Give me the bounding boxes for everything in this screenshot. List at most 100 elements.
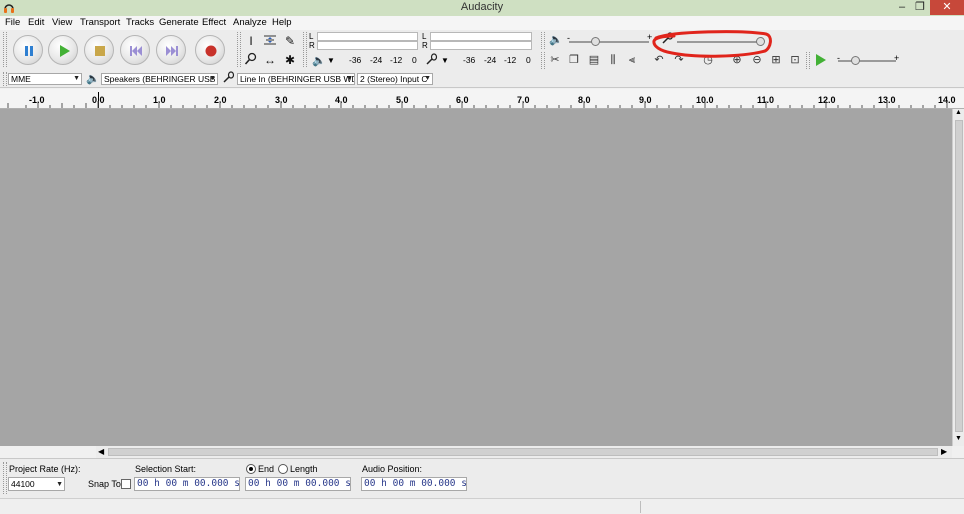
recording-device-select[interactable]: Line In (BEHRINGER USB WDM ▼	[237, 73, 355, 85]
selection-end-field[interactable]: 00 h 00 m 00.000 s	[245, 477, 351, 491]
playback-meter-dropdown-icon[interactable]: ▼	[327, 56, 335, 65]
audio-host-select[interactable]: MME ▼	[8, 73, 82, 85]
maximize-button[interactable]: ❐	[908, 0, 932, 15]
menu-transport[interactable]: Transport	[80, 17, 120, 28]
menu-effect[interactable]: Effect	[202, 17, 226, 28]
pause-icon	[25, 46, 33, 56]
mixer-toolbar-grip[interactable]	[541, 32, 545, 49]
copy-icon[interactable]: ❐	[566, 52, 582, 68]
record-meter-mic-icon[interactable]	[424, 53, 440, 69]
trim-audio-icon[interactable]: ⫼	[605, 52, 621, 68]
play-at-speed-icon	[816, 54, 826, 66]
recording-device-mic-icon	[221, 71, 237, 87]
record-meter-right-label: R	[422, 41, 428, 50]
close-button[interactable]: ✕	[930, 0, 964, 15]
zoom-tool-icon[interactable]	[243, 52, 259, 68]
record-scale-0: 0	[526, 55, 531, 65]
transport-toolbar-grip[interactable]	[3, 32, 7, 67]
playback-meter-left[interactable]	[317, 32, 418, 41]
scroll-right-icon[interactable]: ▶	[941, 447, 947, 456]
title-bar: Audacity – ❐ ✕	[0, 0, 964, 16]
scroll-down-icon[interactable]: ▼	[955, 435, 962, 442]
audio-position-label: Audio Position:	[362, 464, 423, 474]
selection-toolbar-grip[interactable]	[3, 462, 7, 494]
record-button[interactable]	[195, 35, 225, 65]
envelope-tool-icon[interactable]	[262, 33, 278, 49]
selection-start-field[interactable]: 00 h 00 m 00.000 s	[134, 477, 240, 491]
length-label: Length	[290, 464, 318, 474]
record-icon	[205, 45, 217, 57]
skip-to-start-button[interactable]	[120, 35, 150, 65]
scroll-left-icon[interactable]: ◀	[98, 447, 104, 456]
horizontal-scrollbar[interactable]: ◀ ▶	[96, 446, 952, 458]
silence-audio-icon[interactable]: ⫷	[624, 52, 640, 68]
play-button[interactable]	[48, 35, 78, 65]
vertical-scroll-thumb[interactable]	[955, 120, 963, 432]
selection-tool-icon[interactable]: I	[243, 33, 259, 49]
playback-device-speaker-icon: 🔈	[86, 73, 100, 85]
playback-meter-right[interactable]	[317, 41, 418, 50]
play-at-speed-toolbar-grip[interactable]	[806, 52, 810, 69]
speed-plus: +	[894, 53, 900, 63]
record-scale-12: -12	[504, 55, 517, 65]
playback-scale-36: -36	[349, 55, 362, 65]
record-meter-right[interactable]	[430, 41, 532, 50]
playback-scale-24: -24	[370, 55, 383, 65]
fit-project-icon[interactable]: ⊡	[787, 52, 803, 68]
horizontal-scroll-thumb[interactable]	[108, 448, 938, 456]
meter-toolbar-grip[interactable]	[303, 32, 307, 67]
cut-icon[interactable]: ✂	[547, 52, 563, 68]
playback-volume-thumb[interactable]	[591, 37, 600, 46]
tools-toolbar-grip[interactable]	[237, 32, 241, 67]
track-panel[interactable]	[0, 109, 952, 446]
menu-tracks[interactable]: Tracks	[126, 17, 154, 28]
playback-scale-12: -12	[390, 55, 403, 65]
end-radio[interactable]	[246, 464, 256, 474]
skip-to-end-button[interactable]	[156, 35, 186, 65]
chevron-down-icon: ▼	[424, 75, 431, 82]
menu-bar: File Edit View Transport Tracks Generate…	[0, 16, 964, 30]
play-at-speed-button[interactable]	[815, 53, 827, 69]
menu-analyze[interactable]: Analyze	[233, 17, 267, 28]
scroll-up-icon[interactable]: ▲	[955, 109, 962, 116]
ruler-ticks	[7, 101, 948, 108]
stop-button[interactable]	[84, 35, 114, 65]
record-meter-left[interactable]	[430, 32, 532, 41]
menu-view[interactable]: View	[52, 17, 72, 28]
paste-icon[interactable]: ▤	[586, 52, 602, 68]
window-title: Audacity	[460, 1, 504, 13]
chevron-down-icon: ▼	[346, 75, 353, 82]
end-radio-dot	[249, 467, 253, 471]
playback-device-value: Speakers (BEHRINGER USB WI	[104, 74, 218, 84]
length-radio[interactable]	[278, 464, 288, 474]
device-toolbar-grip[interactable]	[3, 72, 7, 86]
edit-toolbar-grip[interactable]	[541, 52, 545, 69]
record-meter-dropdown-icon[interactable]: ▼	[441, 56, 449, 65]
project-rate-label: Project Rate (Hz):	[9, 464, 81, 474]
recording-channels-select[interactable]: 2 (Stereo) Input C ▼	[357, 73, 433, 85]
play-speed-thumb[interactable]	[851, 56, 860, 65]
menu-help[interactable]: Help	[272, 17, 292, 28]
timeline-ruler[interactable]: -1.0 0.0 1.0 2.0 3.0 4.0 5.0 6.0 7.0 8.0…	[0, 89, 964, 109]
audio-position-field[interactable]: 00 h 00 m 00.000 s	[361, 477, 467, 491]
vertical-scrollbar[interactable]: ▲ ▼	[952, 109, 964, 446]
menu-file[interactable]: File	[5, 17, 20, 28]
menu-generate[interactable]: Generate	[159, 17, 199, 28]
project-rate-select[interactable]: 44100 ▼	[8, 477, 65, 491]
playback-volume-track[interactable]	[569, 41, 649, 43]
snap-to-checkbox[interactable]	[121, 479, 131, 489]
menu-edit[interactable]: Edit	[28, 17, 44, 28]
pause-button[interactable]	[13, 35, 43, 65]
playback-scale-0: 0	[412, 55, 417, 65]
playback-device-select[interactable]: Speakers (BEHRINGER USB WI ▼	[101, 73, 218, 85]
time-shift-tool-icon[interactable]: ↔	[262, 52, 278, 68]
snap-to-label: Snap To	[88, 479, 121, 489]
draw-tool-icon[interactable]: ✎	[282, 33, 298, 49]
multi-tool-icon[interactable]: ✱	[282, 52, 298, 68]
end-label: End	[258, 464, 275, 474]
play-speed-track[interactable]	[838, 60, 896, 62]
record-scale-36: -36	[463, 55, 476, 65]
audio-host-value: MME	[11, 74, 31, 84]
chevron-down-icon: ▼	[209, 75, 216, 82]
playback-meter-speaker-icon[interactable]: 🔈	[311, 53, 327, 69]
